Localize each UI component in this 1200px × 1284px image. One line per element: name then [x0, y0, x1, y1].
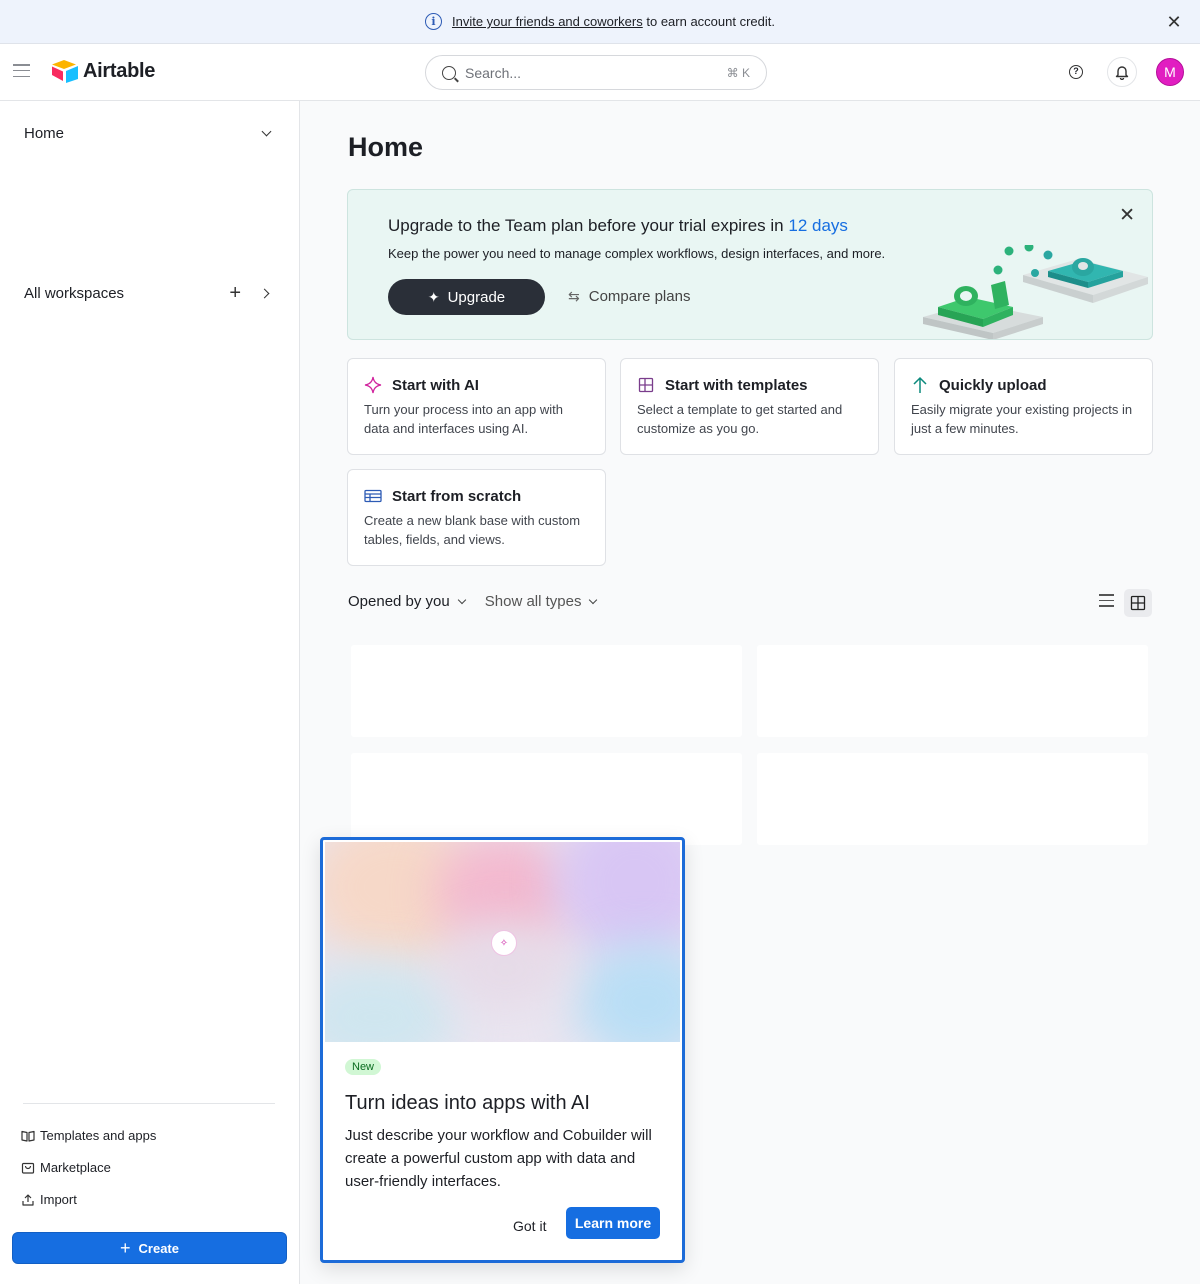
start-from-scratch-card[interactable]: Start from scratch Create a new blank ba…: [347, 469, 606, 566]
upload-icon: [22, 1193, 34, 1206]
card-title: Start with AI: [392, 376, 479, 394]
search-placeholder: Search...: [465, 64, 522, 81]
add-workspace-icon[interactable]: +: [229, 283, 241, 303]
shop-icon: [21, 1162, 35, 1174]
banner-text: to earn account credit.: [642, 14, 775, 29]
search-shortcut: ⌘ K: [726, 65, 750, 80]
airtable-logo[interactable]: Airtable: [52, 59, 155, 83]
close-banner-icon[interactable]: ✕: [1164, 12, 1184, 32]
types-dropdown[interactable]: Show all types: [484, 593, 598, 610]
opened-by-label: Opened by you: [348, 593, 450, 610]
close-upgrade-icon[interactable]: ✕: [1119, 204, 1135, 227]
swap-icon: ⇆: [568, 288, 580, 304]
grid-icon: [637, 376, 655, 394]
card-description: Select a template to get started and cus…: [637, 402, 843, 436]
upgrade-subtitle: Keep the power you need to manage comple…: [388, 246, 886, 261]
popover-body: Just describe your workflow and Cobuilde…: [345, 1127, 652, 1190]
sidebar-link-label: Templates and apps: [40, 1128, 157, 1143]
new-badge: New: [345, 1059, 382, 1075]
sidebar-home-label: Home: [24, 124, 65, 142]
card-title-row: Quickly upload: [911, 376, 1136, 394]
top-header: Airtable Search... ⌘ K ? M: [0, 44, 1200, 101]
upgrade-banner: Upgrade to the Team plan before your tri…: [347, 189, 1153, 340]
create-button[interactable]: + Create: [12, 1232, 287, 1264]
chevron-down-icon[interactable]: [261, 126, 272, 136]
popover-hero-image: ✧: [325, 842, 680, 1042]
book-icon: [21, 1130, 35, 1142]
airtable-logo-icon: [52, 60, 78, 83]
compare-plans-button[interactable]: ⇆ Compare plans: [568, 288, 690, 305]
loading-card-placeholder: [757, 645, 1148, 737]
sidebar-link-label: Marketplace: [40, 1160, 111, 1175]
info-icon: i: [424, 13, 442, 30]
notifications-button[interactable]: [1107, 57, 1137, 87]
sidebar-workspaces-label: All workspaces: [24, 284, 125, 302]
got-it-button[interactable]: Got it: [513, 1218, 546, 1234]
sidebar-link-import[interactable]: Import: [21, 1192, 77, 1207]
brand-name: Airtable: [83, 59, 156, 82]
learn-more-button[interactable]: Learn more: [566, 1207, 660, 1239]
card-title-row: Start with templates: [637, 376, 862, 394]
sidebar-item-home[interactable]: Home: [24, 123, 276, 143]
card-title: Start from scratch: [392, 487, 522, 505]
sidebar-item-all-workspaces[interactable]: All workspaces +: [24, 283, 276, 303]
card-title: Start with templates: [665, 376, 808, 394]
loading-card-placeholder: [757, 753, 1148, 845]
hamburger-menu-icon[interactable]: [13, 64, 30, 78]
feature-popover: ✧ New Turn ideas into apps with AI Just …: [320, 837, 685, 1263]
invite-link[interactable]: Invite your friends and coworkers: [452, 14, 643, 29]
card-description: Easily migrate your existing projects in…: [911, 402, 1133, 436]
card-title-row: Start from scratch: [364, 487, 589, 505]
grid-view-icon[interactable]: [1124, 589, 1152, 617]
sidebar-link-marketplace[interactable]: Marketplace: [21, 1160, 111, 1175]
sparkle-icon: [364, 376, 382, 394]
create-label: Create: [138, 1240, 179, 1256]
opened-by-dropdown[interactable]: Opened by you: [348, 593, 466, 610]
upgrade-title: Upgrade to the Team plan before your tri…: [388, 216, 848, 236]
start-with-templates-card[interactable]: Start with templates Select a template t…: [620, 358, 879, 455]
bell-icon: [1115, 65, 1129, 80]
search-icon: [442, 65, 456, 80]
card-title-row: Start with AI: [364, 376, 589, 394]
sidebar-link-label: Import: [40, 1192, 77, 1207]
page-title: Home: [348, 132, 424, 162]
sidebar: Home All workspaces + Templates and apps…: [0, 101, 300, 1284]
loading-card-placeholder: [351, 645, 742, 737]
card-title: Quickly upload: [939, 376, 1047, 394]
upgrade-illustration: [923, 245, 1148, 339]
sidebar-link-templates[interactable]: Templates and apps: [21, 1128, 156, 1143]
announcement-banner: i Invite your friends and coworkers to e…: [0, 0, 1200, 44]
popover-title: Turn ideas into apps with AI: [345, 1092, 590, 1114]
quickly-upload-card[interactable]: Quickly upload Easily migrate your exist…: [894, 358, 1153, 455]
loading-card-placeholder: [351, 753, 742, 845]
card-description: Turn your process into an app with data …: [364, 402, 563, 436]
sidebar-divider: [23, 1103, 275, 1104]
avatar[interactable]: M: [1156, 58, 1184, 86]
chevron-down-icon: [589, 595, 598, 604]
trial-days: 12 days: [788, 216, 848, 235]
table-icon: [364, 487, 382, 505]
upgrade-button[interactable]: ✦ Upgrade: [388, 279, 545, 315]
list-view-icon[interactable]: [1099, 594, 1119, 612]
arrow-up-icon: [911, 376, 929, 394]
upgrade-title-text: Upgrade to the Team plan before your tri…: [388, 216, 789, 235]
chevron-right-icon[interactable]: [259, 288, 270, 298]
search-input[interactable]: Search... ⌘ K: [425, 55, 767, 90]
filter-row: Opened by you Show all types: [348, 593, 598, 610]
types-label: Show all types: [484, 593, 582, 610]
plus-icon: +: [120, 1237, 131, 1258]
sparkle-icon: ✦: [427, 288, 440, 305]
sparkle-icon: ✧: [491, 930, 517, 956]
start-with-ai-card[interactable]: Start with AI Turn your process into an …: [347, 358, 606, 455]
upgrade-label: Upgrade: [447, 288, 506, 306]
chevron-down-icon: [457, 595, 466, 604]
question-circle-icon[interactable]: ?: [1069, 65, 1083, 79]
card-description: Create a new blank base with custom tabl…: [364, 513, 581, 547]
compare-label: Compare plans: [588, 288, 691, 305]
